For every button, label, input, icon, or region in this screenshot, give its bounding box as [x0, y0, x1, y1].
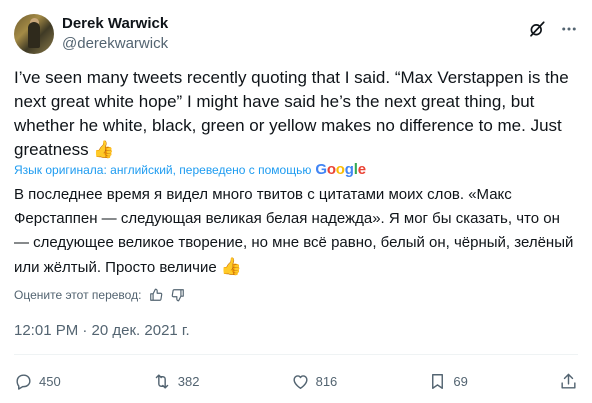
repost-button[interactable]: 382 [152, 372, 200, 391]
translated-body: В последнее время я видел много твитов с… [14, 186, 574, 276]
repost-icon [155, 373, 169, 389]
thumbs-up-outline-icon[interactable] [149, 288, 163, 302]
translation-note-text: Язык оригинала: английский, переведено с… [14, 163, 312, 177]
heart-icon [293, 374, 308, 389]
like-button[interactable]: 816 [291, 372, 338, 391]
action-bar: 450 382 816 69 [14, 370, 578, 392]
reply-icon [16, 373, 31, 390]
tweet-header: Derek Warwick @derekwarwick [14, 14, 578, 54]
grok-icon[interactable] [528, 20, 546, 38]
avatar[interactable] [14, 14, 54, 54]
repost-count: 382 [177, 373, 200, 389]
bookmark-count: 69 [453, 373, 468, 389]
reply-button[interactable]: 450 [14, 372, 61, 391]
author-display-name[interactable]: Derek Warwick [62, 14, 168, 34]
thumbs-up-icon: 👍 [220, 257, 243, 276]
share-icon [561, 373, 576, 389]
thumbs-up-icon: 👍 [93, 140, 115, 159]
like-count: 816 [315, 373, 338, 389]
translation-note[interactable]: Язык оригинала: английский, переведено с… [14, 161, 366, 179]
thumbs-down-outline-icon[interactable] [171, 288, 185, 302]
bookmark-button[interactable]: 69 [428, 372, 468, 391]
divider [14, 354, 578, 355]
avatar-figure [28, 22, 40, 48]
translated-text: В последнее время я видел много твитов с… [14, 183, 574, 280]
tweet-timestamp[interactable]: 12:01 PM · 20 дек. 2021 г. [14, 322, 190, 339]
author-names: Derek Warwick @derekwarwick [62, 14, 168, 54]
header-icons [528, 20, 578, 38]
google-logo: Google [315, 161, 366, 178]
author-handle[interactable]: @derekwarwick [62, 34, 168, 54]
more-icon[interactable] [560, 20, 578, 38]
tweet-text: I’ve seen many tweets recently quoting t… [14, 66, 574, 162]
bookmark-icon [432, 373, 444, 389]
reply-count: 450 [39, 373, 61, 389]
share-button[interactable] [559, 372, 578, 391]
rate-translation-label: Оцените этот перевод: [14, 288, 142, 302]
rate-translation: Оцените этот перевод: [14, 288, 185, 302]
